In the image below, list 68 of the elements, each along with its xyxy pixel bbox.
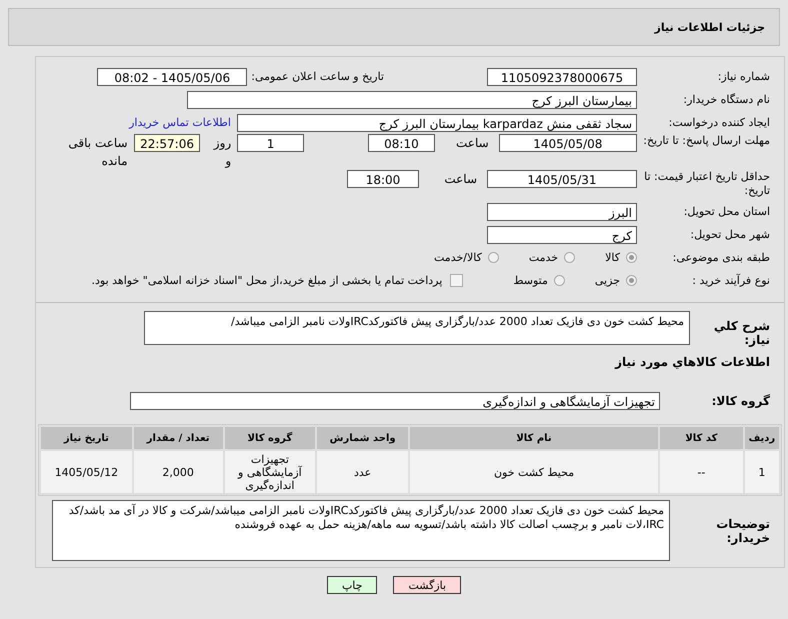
category-radio[interactable]: کالا — [605, 251, 637, 264]
field-label: طبقه بندی موضوعی: — [672, 251, 770, 264]
field-label: توضیحات خریدار: — [715, 516, 770, 544]
column-header: واحد شمارش — [317, 427, 408, 449]
radio-icon[interactable] — [626, 252, 637, 263]
field-label: نام دستگاه خریدار: — [682, 93, 770, 106]
table-cell: 2,000 — [134, 451, 222, 493]
column-header: تاریخ نیاز — [41, 427, 132, 449]
description-field[interactable]: محیط کشت خون دی فازیک تعداد 2000 عدد/بارگزاری پیش فاکتورکدIRCولات نامبر الزامی میباشد/ — [144, 311, 690, 345]
column-header: نام کالا — [410, 427, 658, 449]
radio-label: کالا/خدمت — [434, 251, 482, 264]
buyer-org-field: بیمارستان البرز کرج — [187, 90, 637, 108]
requester-field: سجاد ثقفی منش karpardaz بیمارستان البرز کرج — [237, 114, 637, 132]
section-title: اطلاعات کالاهاي مورد نياز — [614, 355, 770, 369]
table-cell: -- — [660, 451, 743, 493]
checkbox[interactable] — [450, 274, 464, 287]
table-cell: تجهیزات آزمایشگاهی و اندازه‌گیری — [224, 451, 316, 493]
table-cell: 1 — [744, 451, 779, 493]
field-label: استان محل تحویل: — [682, 205, 770, 218]
category-radio[interactable]: کالا/خدمت — [434, 251, 499, 264]
field-label: گروه کالا: — [710, 394, 770, 408]
announce-date-field: 1405/05/06 - 08:02 — [97, 68, 248, 86]
days-label: روز و — [212, 135, 232, 170]
field-label: شماره نیاز: — [716, 70, 770, 83]
radio-label: خدمت — [528, 251, 558, 264]
checkbox-label: پرداخت تمام یا بخشی از مبلغ خرید،از محل "اسناد خزانه اسلامی" خواهد بود. — [92, 274, 442, 287]
action-button[interactable]: چاپ — [326, 576, 378, 594]
city-field: کرج — [487, 226, 637, 244]
field-label: مهلت ارسال پاسخ: تا تاریخ: — [642, 134, 770, 148]
field-label: تاریخ و ساعت اعلان عمومی: — [251, 70, 384, 83]
radio-label: جزیی — [594, 274, 620, 287]
remaining-label: ساعت باقی مانده — [67, 135, 128, 170]
need-number-field: 1105092378000675 — [487, 68, 637, 86]
category-radio[interactable]: خدمت — [528, 251, 576, 264]
column-header: تعداد / مقدار — [134, 427, 222, 449]
field-label: ایجاد کننده درخواست: — [668, 116, 770, 129]
process-radio[interactable]: متوسط — [513, 274, 565, 287]
column-header: کد کالا — [660, 427, 743, 449]
column-header: گروه کالا — [224, 427, 316, 449]
radio-label: کالا — [605, 251, 620, 264]
time-label: ساعت — [443, 171, 477, 188]
column-header: ردیف — [744, 427, 779, 449]
validity-time-field: 18:00 — [347, 170, 419, 188]
radio-icon[interactable] — [564, 252, 576, 263]
buyer-notes-field[interactable]: محیط کشت خون دی فازیک تعداد 2000 عدد/بارگزاری پیش فاکتورکدIRCولات نامبر الزامی میباشد/شرکت و کالا در آی مد باشد/کد IRC،لات نامبر و برچسب اصالت کالا داشته باشد/تسویه سه ماهه/هزینه حمل به عهده فروشنده — [52, 500, 670, 561]
goods-group-field: تجهیزات آزمایشگاهی و اندازه‌گیری — [130, 392, 660, 410]
radio-icon[interactable] — [488, 252, 499, 263]
field-label: نوع فرآیند خرید : — [691, 274, 770, 287]
radio-icon[interactable] — [626, 275, 637, 286]
table-cell: عدد — [317, 451, 408, 493]
remaining-time-field: 22:57:06 — [134, 134, 200, 152]
table-cell: محیط کشت خون — [410, 451, 658, 493]
buyer-contact-link[interactable]: اطلاعات تماس خریدار — [129, 116, 231, 129]
radio-icon[interactable] — [554, 275, 565, 286]
process-radio[interactable]: جزیی — [594, 274, 637, 287]
deadline-date-field: 1405/05/08 — [498, 134, 637, 152]
field-label: شهر محل تحویل: — [689, 228, 770, 241]
field-label: حداقل تاریخ اعتبار قیمت: تا تاریخ: — [643, 170, 770, 198]
days-field: 1 — [237, 134, 304, 152]
action-button[interactable]: بازگشت — [393, 576, 462, 594]
deadline-time-field: 08:10 — [368, 134, 435, 152]
validity-date-field: 1405/05/31 — [487, 170, 637, 188]
page-title: جزئیات اطلاعات نیاز — [654, 20, 765, 34]
table-cell: 1405/05/12 — [41, 451, 132, 493]
province-field: البرز — [487, 202, 637, 220]
radio-label: متوسط — [513, 274, 548, 287]
time-label: ساعت — [455, 135, 489, 152]
field-label: شرح کلي نياز: — [712, 319, 770, 347]
